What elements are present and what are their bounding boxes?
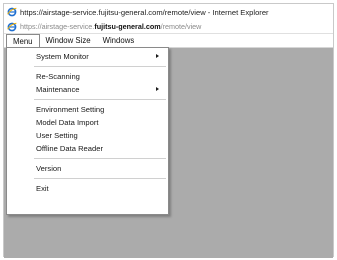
menu-item-version[interactable]: Version (7, 162, 168, 175)
menu-item-exit[interactable]: Exit (7, 182, 168, 195)
menu-item-system-monitor[interactable]: System Monitor (7, 50, 168, 63)
menu-item-maintenance[interactable]: Maintenance (7, 83, 168, 96)
menu-item-label: System Monitor (36, 52, 89, 61)
address-bar[interactable]: https://airstage-service.fujitsu-general… (4, 20, 333, 34)
menu-menu[interactable]: Menu (6, 34, 40, 47)
submenu-arrow-icon (156, 87, 159, 91)
menu-item-label: Version (36, 164, 62, 173)
address-prefix: https://airstage-service. (20, 22, 95, 31)
menu-item-label: Maintenance (36, 85, 80, 94)
menu-separator (7, 96, 168, 103)
menu-item-environment-setting[interactable]: Environment Setting (7, 103, 168, 116)
menu-item-user-setting[interactable]: User Setting (7, 129, 168, 142)
menu-item-model-data-import[interactable]: Model Data Import (7, 116, 168, 129)
menu-item-re-scanning[interactable]: Re-Scanning (7, 70, 168, 83)
menu-separator (7, 63, 168, 70)
menu-windows[interactable]: Windows (97, 34, 141, 47)
window-title: https://airstage-service.fujitsu-general… (20, 7, 269, 17)
menu-item-label: Environment Setting (36, 105, 105, 114)
menu-window-size[interactable]: Window Size (40, 34, 97, 47)
menu-item-label: Re-Scanning (36, 72, 80, 81)
title-bar[interactable]: https://airstage-service.fujitsu-general… (4, 4, 333, 20)
menu-separator (7, 155, 168, 162)
address-domain: fujitsu-general.com (94, 22, 161, 31)
internet-explorer-icon (7, 7, 17, 17)
menu-item-label: Model Data Import (36, 118, 99, 127)
menu-dropdown: System Monitor Re-Scanning Maintenance E… (6, 47, 169, 215)
menu-bar: Menu Window Size Windows (4, 34, 333, 48)
address-url[interactable]: https://airstage-service.fujitsu-general… (20, 22, 201, 31)
browser-window: https://airstage-service.fujitsu-general… (3, 3, 334, 258)
menu-item-label: User Setting (36, 131, 78, 140)
submenu-arrow-icon (156, 54, 159, 58)
menu-item-offline-data-reader[interactable]: Offline Data Reader (7, 142, 168, 155)
address-path: /remote/view (160, 22, 202, 31)
menu-item-label: Exit (36, 184, 49, 193)
menu-item-label: Offline Data Reader (36, 144, 103, 153)
page-favicon-icon (7, 22, 17, 32)
menu-separator (7, 175, 168, 182)
